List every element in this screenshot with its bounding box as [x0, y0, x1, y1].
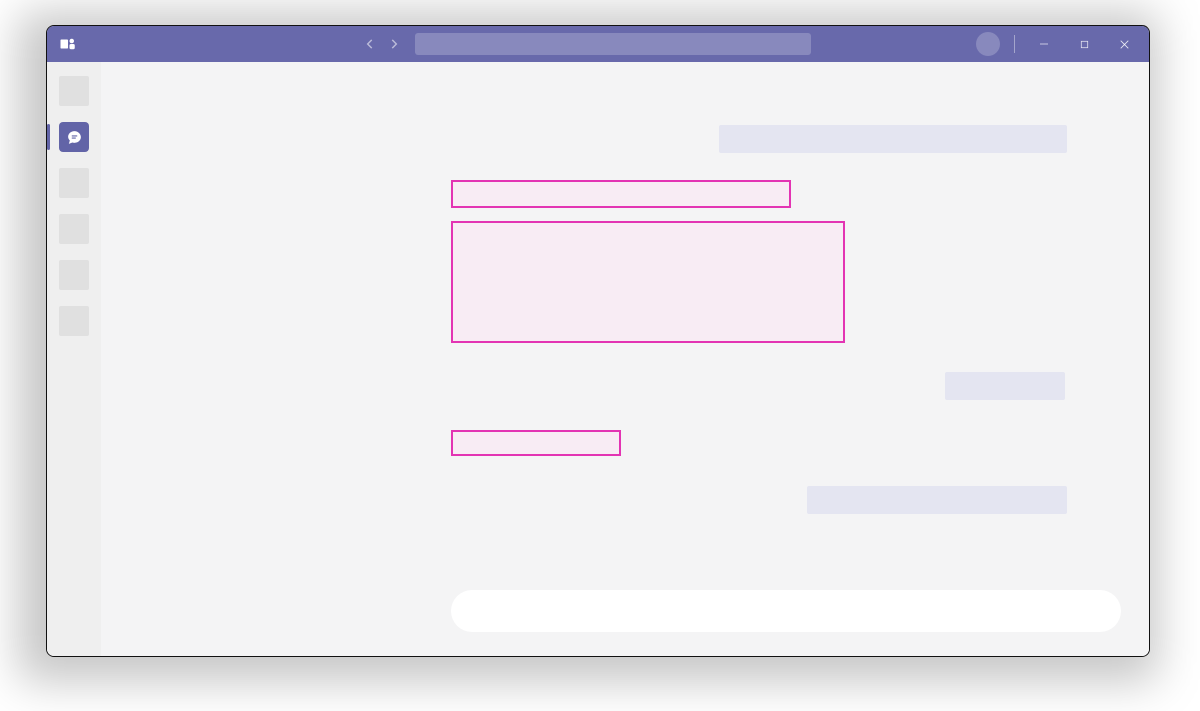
chat-list-panel [101, 62, 337, 656]
message-received [807, 486, 1067, 514]
message-received [945, 372, 1065, 400]
window-maximize-button[interactable] [1069, 26, 1099, 62]
message-highlight[interactable] [451, 180, 791, 208]
window-close-button[interactable] [1109, 26, 1139, 62]
rail-item-1[interactable] [59, 76, 89, 106]
window-body [47, 62, 1149, 656]
avatar[interactable] [976, 32, 1000, 56]
rail-item-6[interactable] [59, 306, 89, 336]
window-minimize-button[interactable] [1029, 26, 1059, 62]
compose-input[interactable] [451, 590, 1121, 632]
rail-item-5[interactable] [59, 260, 89, 290]
app-window [46, 25, 1150, 657]
chat-icon [66, 129, 83, 146]
app-rail [47, 62, 101, 656]
chat-pane [337, 62, 1149, 656]
titlebar-divider [1014, 35, 1015, 53]
rail-item-chat[interactable] [59, 122, 89, 152]
message-highlight[interactable] [451, 221, 845, 343]
nav-arrows [359, 33, 405, 55]
rail-item-3[interactable] [59, 168, 89, 198]
message-highlight[interactable] [451, 430, 621, 456]
titlebar [47, 26, 1149, 62]
teams-icon [57, 33, 79, 55]
nav-forward-button[interactable] [383, 33, 405, 55]
message-received [719, 125, 1067, 153]
search-input[interactable] [415, 33, 811, 55]
nav-back-button[interactable] [359, 33, 381, 55]
rail-item-4[interactable] [59, 214, 89, 244]
